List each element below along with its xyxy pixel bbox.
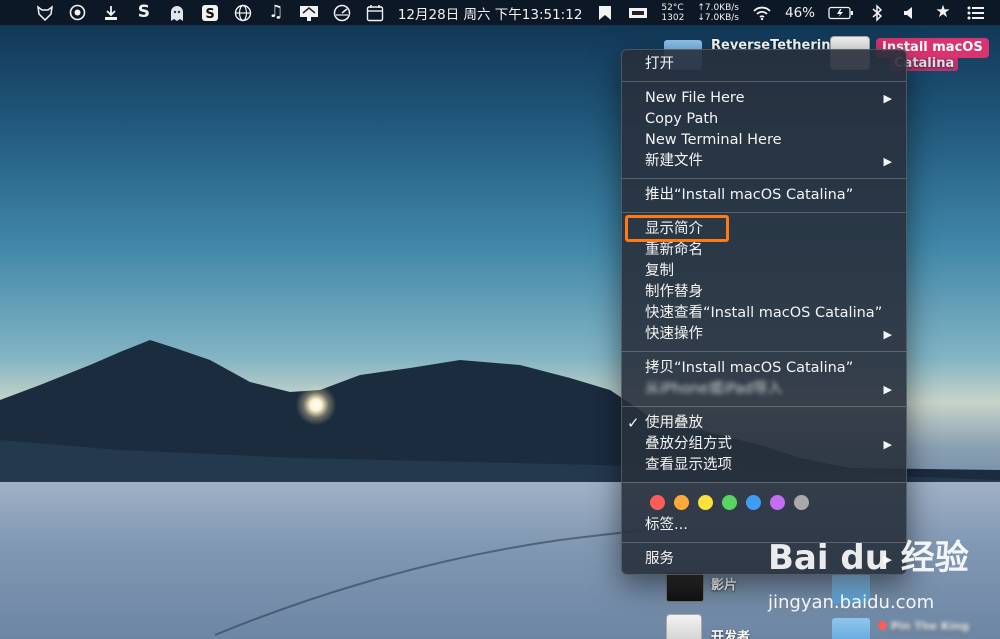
chrome-icon[interactable]: [68, 4, 88, 22]
menu-item-new-file-here[interactable]: New File Here ▶: [622, 88, 906, 109]
menu-item-use-stacks[interactable]: ✓ 使用叠放: [622, 413, 906, 434]
menu-item-quick-actions[interactable]: 快速操作 ▶: [622, 324, 906, 345]
upload-speed: ↑7.0KB/s: [697, 2, 739, 13]
developer-icon[interactable]: [666, 614, 702, 639]
music-note-icon[interactable]: ♫: [266, 4, 286, 22]
baidu-jingyan-logo: Bai du 经验: [768, 538, 969, 578]
menu-item-show-view-options[interactable]: 查看显示选项: [622, 455, 906, 476]
download-icon[interactable]: [101, 4, 121, 22]
folder-icon-3[interactable]: [832, 618, 870, 639]
fox-icon[interactable]: [35, 4, 55, 22]
menu-item-group-stacks-by[interactable]: 叠放分组方式 ▶: [622, 434, 906, 455]
menu-item-eject[interactable]: 推出“Install macOS Catalina”: [622, 185, 906, 206]
s-box-icon[interactable]: S: [200, 4, 220, 22]
tag-color-purple[interactable]: [770, 494, 785, 510]
desktop-item-pin-the-king[interactable]: Pin The King: [878, 620, 969, 633]
network-speed-readout[interactable]: ↑7.0KB/s ↓7.0KB/s: [697, 3, 739, 23]
download-speed: ↓7.0KB/s: [697, 12, 739, 23]
submenu-arrow-icon: ▶: [883, 155, 892, 168]
svg-text:S: S: [205, 7, 214, 22]
desktop-item-movies[interactable]: 影片: [711, 574, 737, 593]
submenu-arrow-icon: ▶: [883, 383, 892, 396]
tag-color-orange[interactable]: [674, 494, 689, 510]
menu-separator: [622, 178, 906, 179]
menu-item-open[interactable]: 打开: [622, 54, 906, 75]
temp-fan-readout[interactable]: 52°C 1302: [661, 3, 684, 23]
battery-monitor-icon[interactable]: [628, 4, 648, 22]
menu-item-quick-look[interactable]: 快速查看“Install macOS Catalina”: [622, 303, 906, 324]
fan-speed: 1302: [661, 12, 685, 23]
menu-item-copy-item[interactable]: 拷贝“Install macOS Catalina”: [622, 358, 906, 379]
cpu-temp: 52°C: [661, 2, 684, 13]
tag-color-row: [622, 489, 906, 515]
tag-color-blue[interactable]: [746, 494, 761, 510]
menu-item-new-file-cn[interactable]: 新建文件 ▶: [622, 151, 906, 172]
ghost-icon[interactable]: [167, 4, 187, 22]
submenu-arrow-icon: ▶: [883, 438, 892, 451]
pin-the-king-label: Pin The King: [890, 620, 969, 633]
volume-icon[interactable]: [900, 4, 920, 22]
submenu-arrow-icon: ▶: [883, 328, 892, 341]
menu-item-duplicate[interactable]: 复制: [622, 261, 906, 282]
red-tag-dot: [878, 621, 887, 630]
menu-item-make-alias[interactable]: 制作替身: [622, 282, 906, 303]
bookmark-icon[interactable]: [595, 4, 615, 22]
battery-percent[interactable]: 46%: [785, 5, 815, 21]
desktop-item-developer[interactable]: 开发者: [711, 626, 750, 639]
menu-separator: [622, 81, 906, 82]
menu-item-import-from-iphone[interactable]: 从iPhone或iPad导入 ▶: [622, 379, 906, 400]
menu-separator: [622, 406, 906, 407]
tag-color-gray[interactable]: [794, 494, 809, 510]
menubar-clock[interactable]: 12月28日 周六 下午13:51:12: [398, 3, 583, 23]
baidu-watermark: Bai du 经验 jingyan.baidu.com: [768, 530, 998, 620]
speedometer-icon[interactable]: [332, 4, 352, 22]
menu-item-new-terminal-here[interactable]: New Terminal Here: [622, 130, 906, 151]
tag-color-yellow[interactable]: [698, 494, 713, 510]
highlight-annotation-box: [625, 215, 729, 242]
checkmark-icon: ✓: [627, 414, 640, 432]
wifi-icon[interactable]: [752, 4, 772, 22]
menu-separator: [622, 482, 906, 483]
star-icon[interactable]: ★: [933, 4, 953, 22]
bluetooth-icon[interactable]: [867, 3, 887, 22]
s-app-icon[interactable]: S: [134, 4, 154, 22]
battery-charging-icon[interactable]: [828, 4, 854, 22]
movie-folder-icon[interactable]: [666, 572, 704, 602]
menu-separator: [622, 212, 906, 213]
menu-item-copy-path[interactable]: Copy Path: [622, 109, 906, 130]
tag-color-red[interactable]: [650, 494, 665, 510]
tag-color-green[interactable]: [722, 494, 737, 510]
menu-separator: [622, 351, 906, 352]
list-icon[interactable]: [966, 4, 986, 22]
calendar-icon[interactable]: [365, 4, 385, 22]
menu-item-rename[interactable]: 重新命名: [622, 240, 906, 261]
display-icon[interactable]: [299, 4, 319, 22]
context-menu: 打开 New File Here ▶ Copy Path New Terminal…: [621, 49, 907, 575]
globe-icon[interactable]: [233, 4, 253, 22]
menu-bar: S S ♫ 12月28日 周六 下午13:51:12 52°C 1302 ↑7.…: [0, 0, 1000, 25]
submenu-arrow-icon: ▶: [883, 92, 892, 105]
baidu-jingyan-url: jingyan.baidu.com: [768, 592, 935, 613]
